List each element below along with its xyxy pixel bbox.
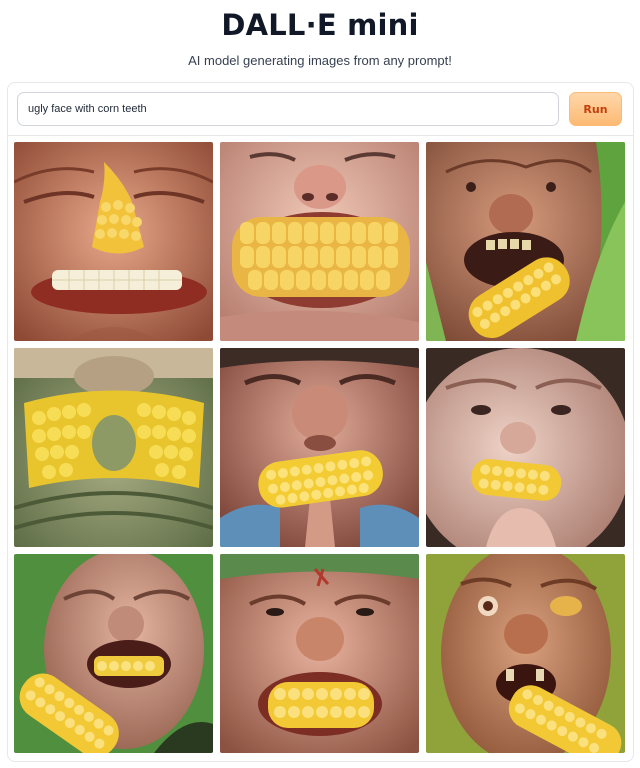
generated-image-2[interactable] [220,142,419,341]
generated-image-4[interactable] [14,348,213,547]
panel-divider [8,135,633,136]
generated-image-8-picture [220,554,419,753]
app-title: DALL·E mini [221,8,419,42]
generated-image-5[interactable] [220,348,419,547]
generated-image-3[interactable] [426,142,625,341]
run-button[interactable]: Run [569,92,622,126]
app-subtitle: AI model generating images from any prom… [188,53,452,68]
generated-image-4-picture [14,348,213,547]
generated-image-1[interactable] [14,142,213,341]
generated-image-6-picture [426,348,625,547]
image-gallery [14,142,626,753]
generated-image-5-picture [220,348,419,547]
generated-image-7-picture [14,554,213,753]
generated-image-3-picture [426,142,625,341]
generated-image-9-picture [426,554,625,753]
generated-image-2-picture [220,142,419,341]
generated-image-9[interactable] [426,554,625,753]
generated-image-1-picture [14,142,213,341]
generated-image-8[interactable] [220,554,419,753]
generated-image-7[interactable] [14,554,213,753]
generated-image-6[interactable] [426,348,625,547]
prompt-input[interactable] [17,92,559,126]
